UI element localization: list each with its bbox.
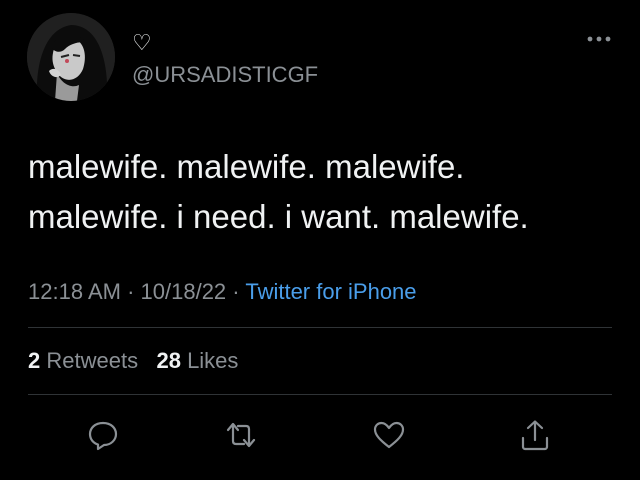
share-button[interactable] xyxy=(518,418,552,452)
retweet-icon xyxy=(226,422,256,448)
share-icon xyxy=(521,420,549,451)
tweet-text: malewife. malewife. malewife. malewife. … xyxy=(28,148,529,235)
tweet-meta: 12:18 AM · 10/18/22 · Twitter for iPhone xyxy=(28,278,417,306)
meta-separator: · xyxy=(232,279,240,304)
likes-stat[interactable]: 28 Likes xyxy=(156,348,238,373)
tweet-time: 12:18 AM xyxy=(28,279,121,304)
display-name[interactable]: ♡ xyxy=(132,32,152,54)
more-options-icon[interactable] xyxy=(585,32,613,44)
reply-button[interactable] xyxy=(86,418,120,452)
tweet-source-link[interactable]: Twitter for iPhone xyxy=(245,279,416,304)
reply-icon xyxy=(88,421,118,451)
tweet-stats: 2 Retweets 28 Likes xyxy=(28,346,238,376)
retweet-button[interactable] xyxy=(224,418,258,452)
like-button[interactable] xyxy=(372,418,406,452)
divider xyxy=(28,327,612,328)
meta-separator: · xyxy=(127,279,135,304)
likes-count: 28 xyxy=(156,348,181,373)
retweets-stat[interactable]: 2 Retweets xyxy=(28,348,144,373)
divider xyxy=(28,394,612,395)
retweets-label: Retweets xyxy=(46,348,139,373)
retweets-count: 2 xyxy=(28,348,41,373)
user-handle[interactable]: @URSADISTICGF xyxy=(132,62,318,88)
likes-label: Likes xyxy=(187,348,239,373)
tweet-date[interactable]: 10/18/22 xyxy=(141,279,227,304)
heart-icon xyxy=(373,421,405,449)
avatar[interactable] xyxy=(27,13,115,101)
